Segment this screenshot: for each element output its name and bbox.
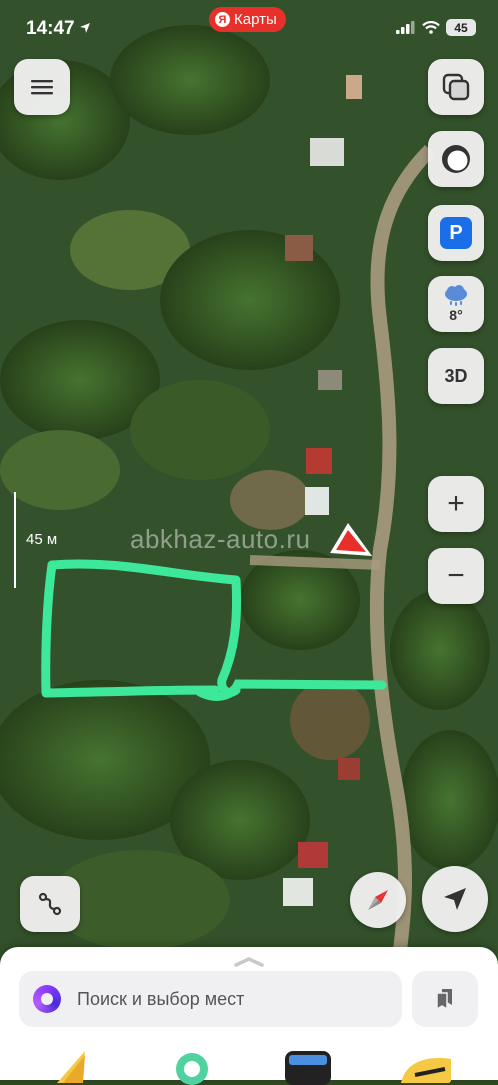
chevron-up-icon[interactable] [233, 955, 265, 967]
time-text: 14:47 [26, 18, 75, 39]
toggle-3d-button[interactable]: 3D [428, 348, 484, 404]
zoom-in-button[interactable]: + [428, 476, 484, 532]
status-bar: 14:47 Я Карты 45 [0, 0, 498, 56]
bookmarks-icon [436, 989, 452, 1011]
rain-cloud-icon [445, 285, 467, 306]
shortcut-transport[interactable] [279, 1045, 337, 1085]
search-placeholder: Поиск и выбор мест [77, 988, 245, 1009]
route-button[interactable] [20, 876, 80, 932]
bus-icon [285, 1051, 331, 1085]
plus-icon: + [447, 487, 465, 520]
menu-button[interactable] [14, 59, 70, 115]
alice-ring-icon [442, 145, 470, 173]
minus-icon: − [447, 559, 465, 592]
parking-icon: P [440, 217, 472, 249]
layers-icon [442, 73, 470, 101]
status-time: 14:47 [26, 18, 91, 40]
compass-button[interactable] [350, 872, 406, 928]
hamburger-icon [31, 80, 53, 95]
battery-indicator: 45 [446, 19, 476, 36]
shortcut-scooter[interactable] [163, 1045, 221, 1085]
weather-button[interactable]: 8° [428, 276, 484, 332]
cellular-signal-icon [396, 21, 415, 34]
delivery-car-icon [401, 1058, 451, 1083]
yandex-logo-icon: Я [215, 12, 230, 27]
navigation-arrow-icon [444, 888, 466, 910]
system-indicators: 45 [396, 19, 476, 36]
scale-bar [14, 492, 16, 588]
location-marker-icon [330, 523, 372, 556]
parking-button[interactable]: P [428, 205, 484, 261]
route-icon [38, 892, 62, 916]
bottom-sheet[interactable]: Поиск и выбор мест [0, 947, 498, 1085]
scale-label: 45 м [26, 531, 58, 548]
zoom-out-button[interactable]: − [428, 548, 484, 604]
search-field[interactable]: Поиск и выбор мест [19, 971, 402, 1027]
label-3d: 3D [444, 365, 468, 386]
alice-assistant-button[interactable] [428, 131, 484, 187]
taxi-icon [57, 1051, 85, 1083]
app-label: Карты [234, 11, 277, 28]
layers-button[interactable] [428, 59, 484, 115]
alice-icon[interactable] [33, 985, 61, 1013]
weather-temperature: 8° [449, 307, 463, 323]
shortcut-delivery[interactable] [395, 1045, 453, 1085]
compass-icon [368, 890, 388, 910]
shortcut-taxi[interactable] [45, 1045, 103, 1085]
watermark: abkhaz-auto.ru [130, 524, 311, 554]
location-arrow-icon [79, 18, 91, 40]
wifi-icon [422, 21, 440, 34]
my-location-button[interactable] [422, 866, 488, 932]
bookmarks-button[interactable] [412, 971, 478, 1027]
scooter-icon [176, 1053, 208, 1085]
back-to-app-pill[interactable]: Я Карты [209, 7, 286, 32]
